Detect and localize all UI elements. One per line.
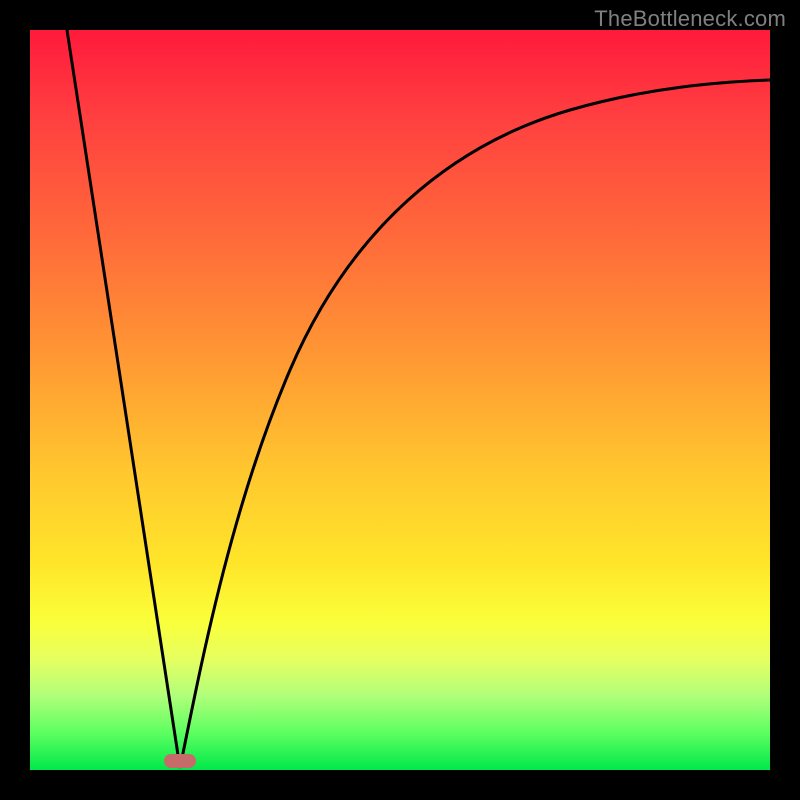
curve-layer [30,30,770,770]
vertex-marker [164,754,196,768]
watermark-text: TheBottleneck.com [594,6,786,32]
right-curve [180,80,770,768]
left-line [67,30,180,768]
plot-area [30,30,770,770]
chart-frame: TheBottleneck.com [0,0,800,800]
